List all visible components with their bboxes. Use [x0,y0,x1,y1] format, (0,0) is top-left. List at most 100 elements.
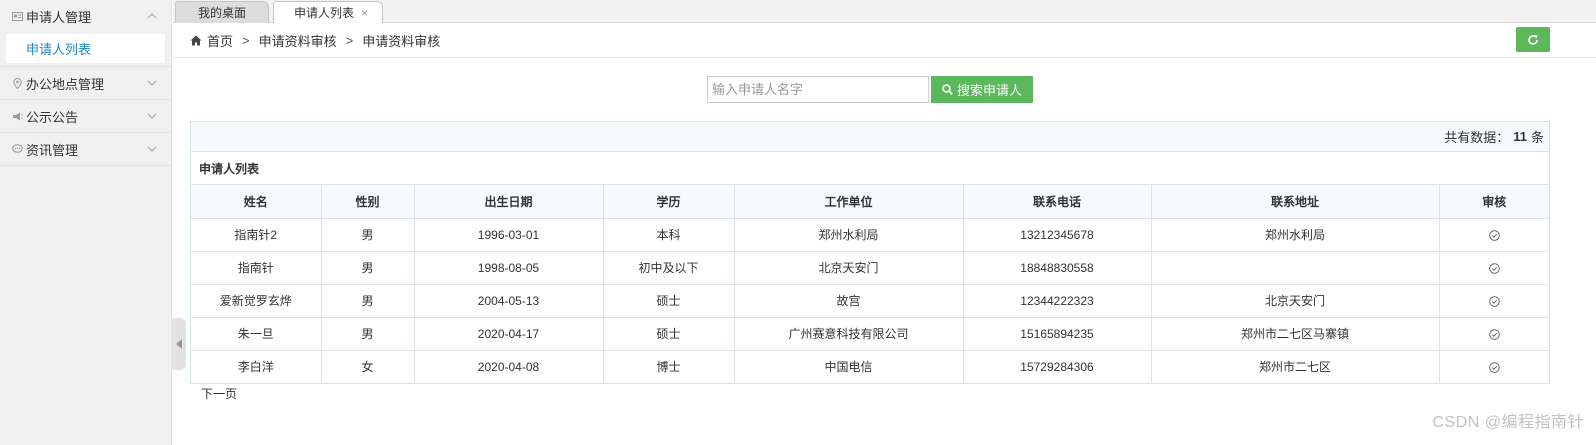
column-header-review: 审核 [1439,185,1549,219]
panel-title: 申请人列表 [191,152,1549,185]
cell-name: 指南针2 [191,218,322,252]
home-icon [190,35,202,45]
tab-bar: 我的桌面 申请人列表 × [173,0,1596,24]
check-circle-icon[interactable] [1488,296,1500,307]
cell-phone: 13212345678 [963,218,1152,252]
cell-phone: 15165894235 [963,317,1152,351]
cell-review [1439,350,1549,383]
breadcrumb-separator: > [345,32,354,48]
next-page-link[interactable]: 下一页 [201,385,237,402]
cell-employer: 北京天安门 [734,251,964,285]
cell-gender: 男 [321,284,415,318]
table-row: 爱新觉罗玄烨 男 2004-05-13 硕士 故宫 12344222323 北京… [191,284,1549,318]
menu-group-applicant: 申请人管理 申请人列表 [0,0,171,67]
cell-employer: 中国电信 [734,350,964,383]
tab-label: 我的桌面 [198,6,247,20]
menu-news-management[interactable]: 资讯管理 [0,133,171,165]
cell-address: 郑州市二七区马寨镇 [1151,317,1440,351]
column-header-gender: 性别 [321,185,415,219]
cell-birthdate: 1996-03-01 [414,218,604,252]
cell-employer: 广州赛意科技有限公司 [734,317,964,351]
cell-phone: 18848830558 [963,251,1152,285]
cell-name: 朱一旦 [191,317,322,351]
tab-my-desktop[interactable]: 我的桌面 [175,1,269,23]
data-summary: 共有数据： 11 条 [191,122,1549,152]
search-applicant-button[interactable]: 搜索申请人 [931,76,1033,103]
chat-bubble-icon [10,144,24,154]
table-header-row: 姓名 性别 出生日期 学历 工作单位 联系电话 联系地址 审核 [191,185,1549,219]
check-circle-icon[interactable] [1488,362,1500,373]
cell-employer: 故宫 [734,284,964,318]
sidebar-item-applicant-list[interactable]: 申请人列表 [6,34,165,63]
cell-birthdate: 2020-04-17 [414,317,604,351]
table-row: 指南针 男 1998-08-05 初中及以下 北京天安门 18848830558 [191,251,1549,285]
cell-name: 爱新觉罗玄烨 [191,284,322,318]
column-header-address: 联系地址 [1151,185,1440,219]
sidebar: 申请人管理 申请人列表 办公地点管理 公示公告 资讯管理 [0,0,172,445]
cell-education: 初中及以下 [603,251,735,285]
cell-education: 本科 [603,218,735,252]
tab-applicant-list[interactable]: 申请人列表 × [273,1,383,24]
cell-birthdate: 2004-05-13 [414,284,604,318]
chevron-down-icon [147,113,157,119]
breadcrumb-item[interactable]: 申请资料审核 [259,31,337,50]
menu-label: 公示公告 [26,109,79,125]
chevron-up-icon [147,13,157,19]
menu-group-announcement: 公示公告 [0,100,171,133]
cell-gender: 女 [321,350,415,383]
submenu-applicant: 申请人列表 [0,32,171,66]
menu-group-office: 办公地点管理 [0,67,171,100]
check-circle-icon[interactable] [1488,230,1500,241]
cell-review [1439,251,1549,285]
search-icon [942,84,953,95]
cell-birthdate: 1998-08-05 [414,251,604,285]
check-circle-icon[interactable] [1488,329,1500,340]
cell-education: 硕士 [603,284,735,318]
breadcrumb-item: 申请资料审核 [362,33,441,49]
table-row: 李白洋 女 2020-04-08 博士 中国电信 15729284306 郑州市… [191,350,1549,383]
search-input[interactable] [707,76,929,103]
watermark: CSDN @编程指南针 [1432,414,1584,431]
column-header-name: 姓名 [191,185,322,219]
cell-phone: 15729284306 [963,350,1152,383]
cell-education: 硕士 [603,317,735,351]
menu-applicant-management[interactable]: 申请人管理 [0,0,171,32]
cell-address [1151,251,1440,285]
menu-label: 申请人管理 [26,9,92,25]
cell-gender: 男 [321,317,415,351]
breadcrumb: 首页 > 申请资料审核 > 申请资料审核 [173,23,1596,58]
check-circle-icon[interactable] [1488,263,1500,274]
chevron-down-icon [147,80,157,86]
search-button-label: 搜索申请人 [956,83,1022,98]
column-header-birthdate: 出生日期 [414,185,604,219]
cell-name: 李白洋 [191,350,322,383]
cell-name: 指南针 [191,251,322,285]
column-header-education: 学历 [603,185,735,219]
megaphone-icon [10,112,24,121]
close-icon[interactable]: × [361,6,368,20]
cell-gender: 男 [321,251,415,285]
sidebar-collapse-handle[interactable] [172,318,186,370]
refresh-button[interactable] [1516,27,1550,52]
menu-label: 资讯管理 [26,142,79,158]
menu-group-news: 资讯管理 [0,133,171,166]
refresh-icon [1528,34,1538,45]
cell-phone: 12344222323 [963,284,1152,318]
cell-review [1439,317,1549,351]
id-card-icon [10,11,24,21]
cell-review [1439,284,1549,318]
cell-review [1439,218,1549,252]
table-row: 朱一旦 男 2020-04-17 硕士 广州赛意科技有限公司 151658942… [191,317,1549,351]
menu-public-announcement[interactable]: 公示公告 [0,100,171,132]
applicant-table: 姓名 性别 出生日期 学历 工作单位 联系电话 联系地址 审核 指南针2 男 1… [191,185,1549,383]
cell-address: 郑州市二七区 [1151,350,1440,383]
breadcrumb-separator: > [242,32,250,48]
cell-education: 博士 [603,350,735,383]
summary-suffix: 条 [1530,130,1544,145]
menu-office-location-management[interactable]: 办公地点管理 [0,67,171,99]
breadcrumb-home[interactable]: 首页 [207,31,233,50]
chevron-down-icon [147,146,157,152]
map-marker-icon [10,77,24,89]
cell-employer: 郑州水利局 [734,218,964,252]
menu-label: 办公地点管理 [26,76,105,92]
